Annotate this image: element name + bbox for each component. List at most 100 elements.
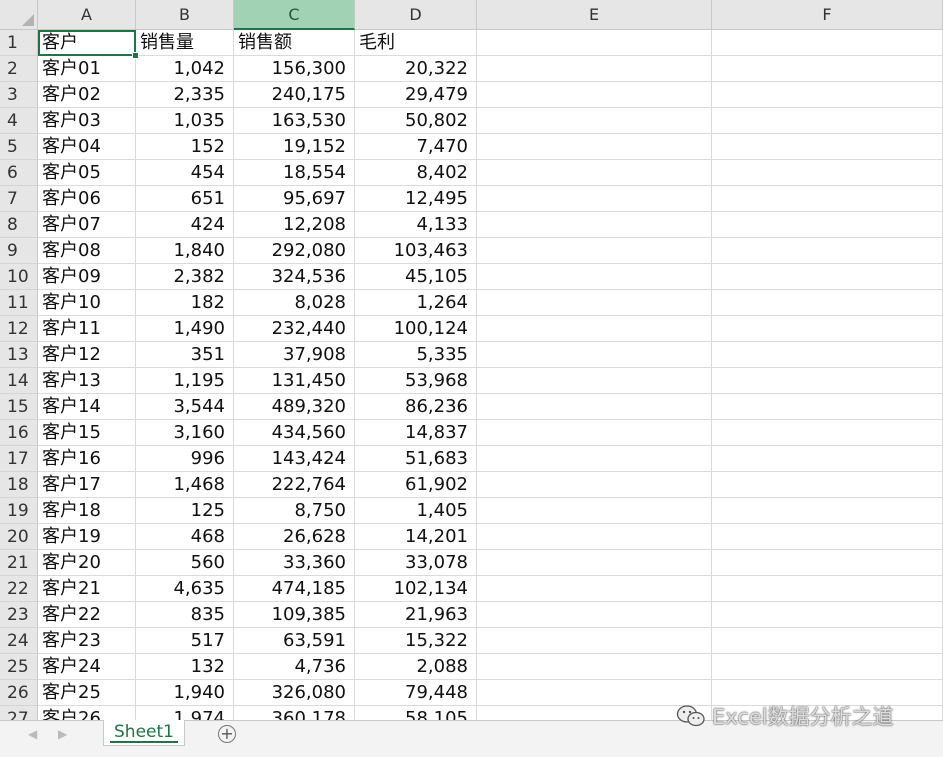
- table-cell[interactable]: 152: [136, 134, 234, 160]
- table-cell[interactable]: 7,470: [355, 134, 477, 160]
- table-cell[interactable]: 客户10: [38, 290, 136, 316]
- table-cell[interactable]: 2,335: [136, 82, 234, 108]
- table-cell[interactable]: 1,940: [136, 680, 234, 706]
- table-cell[interactable]: 351: [136, 342, 234, 368]
- table-cell[interactable]: 19,152: [234, 134, 355, 160]
- table-cell[interactable]: 12,208: [234, 212, 355, 238]
- table-cell[interactable]: 33,360: [234, 550, 355, 576]
- table-cell[interactable]: [477, 628, 712, 654]
- table-cell[interactable]: [712, 472, 943, 498]
- table-cell[interactable]: [477, 654, 712, 680]
- table-cell[interactable]: 45,105: [355, 264, 477, 290]
- table-cell[interactable]: [712, 56, 943, 82]
- table-cell[interactable]: 222,764: [234, 472, 355, 498]
- row-header[interactable]: 3: [0, 82, 38, 108]
- table-cell[interactable]: 8,750: [234, 498, 355, 524]
- row-header[interactable]: 20: [0, 524, 38, 550]
- table-cell[interactable]: 326,080: [234, 680, 355, 706]
- table-cell[interactable]: 21,963: [355, 602, 477, 628]
- table-cell[interactable]: 125: [136, 498, 234, 524]
- table-cell[interactable]: 14,201: [355, 524, 477, 550]
- table-cell[interactable]: 651: [136, 186, 234, 212]
- table-cell[interactable]: [477, 498, 712, 524]
- row-header[interactable]: 5: [0, 134, 38, 160]
- table-cell[interactable]: 客户23: [38, 628, 136, 654]
- table-cell[interactable]: 143,424: [234, 446, 355, 472]
- row-header[interactable]: 2: [0, 56, 38, 82]
- table-cell[interactable]: 86,236: [355, 394, 477, 420]
- table-cell[interactable]: 20,322: [355, 56, 477, 82]
- row-header[interactable]: 16: [0, 420, 38, 446]
- table-cell[interactable]: 客户16: [38, 446, 136, 472]
- table-cell[interactable]: [477, 108, 712, 134]
- table-cell[interactable]: 14,837: [355, 420, 477, 446]
- table-cell[interactable]: [712, 82, 943, 108]
- row-header[interactable]: 12: [0, 316, 38, 342]
- table-cell[interactable]: [477, 446, 712, 472]
- row-header[interactable]: 14: [0, 368, 38, 394]
- row-header[interactable]: 26: [0, 680, 38, 706]
- table-cell[interactable]: [712, 212, 943, 238]
- table-cell[interactable]: 客户17: [38, 472, 136, 498]
- table-cell[interactable]: 客户26: [38, 706, 136, 720]
- table-cell[interactable]: [712, 498, 943, 524]
- table-cell[interactable]: 客户21: [38, 576, 136, 602]
- table-cell[interactable]: 客户01: [38, 56, 136, 82]
- table-cell[interactable]: [712, 628, 943, 654]
- row-header[interactable]: 19: [0, 498, 38, 524]
- table-cell[interactable]: [712, 108, 943, 134]
- table-cell[interactable]: 客户07: [38, 212, 136, 238]
- table-cell[interactable]: 163,530: [234, 108, 355, 134]
- table-cell[interactable]: 1,195: [136, 368, 234, 394]
- table-cell[interactable]: [712, 186, 943, 212]
- table-cell[interactable]: 客户06: [38, 186, 136, 212]
- table-cell[interactable]: 156,300: [234, 56, 355, 82]
- row-header[interactable]: 23: [0, 602, 38, 628]
- table-cell[interactable]: 292,080: [234, 238, 355, 264]
- table-cell[interactable]: 454: [136, 160, 234, 186]
- table-cell[interactable]: [712, 160, 943, 186]
- table-cell[interactable]: 517: [136, 628, 234, 654]
- table-cell[interactable]: 4,133: [355, 212, 477, 238]
- table-cell[interactable]: 33,078: [355, 550, 477, 576]
- column-header-a[interactable]: A: [38, 0, 136, 30]
- table-cell[interactable]: 客户11: [38, 316, 136, 342]
- header-cell[interactable]: [712, 30, 943, 56]
- table-cell[interactable]: 95,697: [234, 186, 355, 212]
- table-cell[interactable]: [712, 134, 943, 160]
- table-cell[interactable]: 客户25: [38, 680, 136, 706]
- table-cell[interactable]: 63,591: [234, 628, 355, 654]
- column-header-b[interactable]: B: [136, 0, 234, 30]
- row-header[interactable]: 9: [0, 238, 38, 264]
- row-header[interactable]: 8: [0, 212, 38, 238]
- table-cell[interactable]: 835: [136, 602, 234, 628]
- table-cell[interactable]: [712, 550, 943, 576]
- table-cell[interactable]: 客户03: [38, 108, 136, 134]
- row-header[interactable]: 25: [0, 654, 38, 680]
- row-header[interactable]: 13: [0, 342, 38, 368]
- header-cell[interactable]: 毛利: [355, 30, 477, 56]
- table-cell[interactable]: 26,628: [234, 524, 355, 550]
- table-cell[interactable]: [712, 238, 943, 264]
- table-cell[interactable]: [477, 576, 712, 602]
- row-header[interactable]: 1: [0, 30, 38, 56]
- table-cell[interactable]: 37,908: [234, 342, 355, 368]
- prev-sheet-icon[interactable]: ◀: [28, 727, 37, 741]
- column-header-d[interactable]: D: [355, 0, 477, 30]
- table-cell[interactable]: [477, 472, 712, 498]
- row-header[interactable]: 18: [0, 472, 38, 498]
- table-cell[interactable]: [712, 576, 943, 602]
- table-cell[interactable]: 客户02: [38, 82, 136, 108]
- cell-grid[interactable]: 客户 销售量 销售额 毛利 客户01 1,042 156,300 20,322 客户02 2,33…: [38, 30, 943, 720]
- table-cell[interactable]: [477, 342, 712, 368]
- sheet-tab-sheet1[interactable]: Sheet1: [103, 720, 185, 746]
- table-cell[interactable]: 51,683: [355, 446, 477, 472]
- table-cell[interactable]: 53,968: [355, 368, 477, 394]
- row-header[interactable]: 6: [0, 160, 38, 186]
- next-sheet-icon[interactable]: ▶: [58, 727, 67, 741]
- table-cell[interactable]: 4,736: [234, 654, 355, 680]
- table-cell[interactable]: 客户13: [38, 368, 136, 394]
- table-cell[interactable]: 102,134: [355, 576, 477, 602]
- table-cell[interactable]: 客户08: [38, 238, 136, 264]
- table-cell[interactable]: [477, 238, 712, 264]
